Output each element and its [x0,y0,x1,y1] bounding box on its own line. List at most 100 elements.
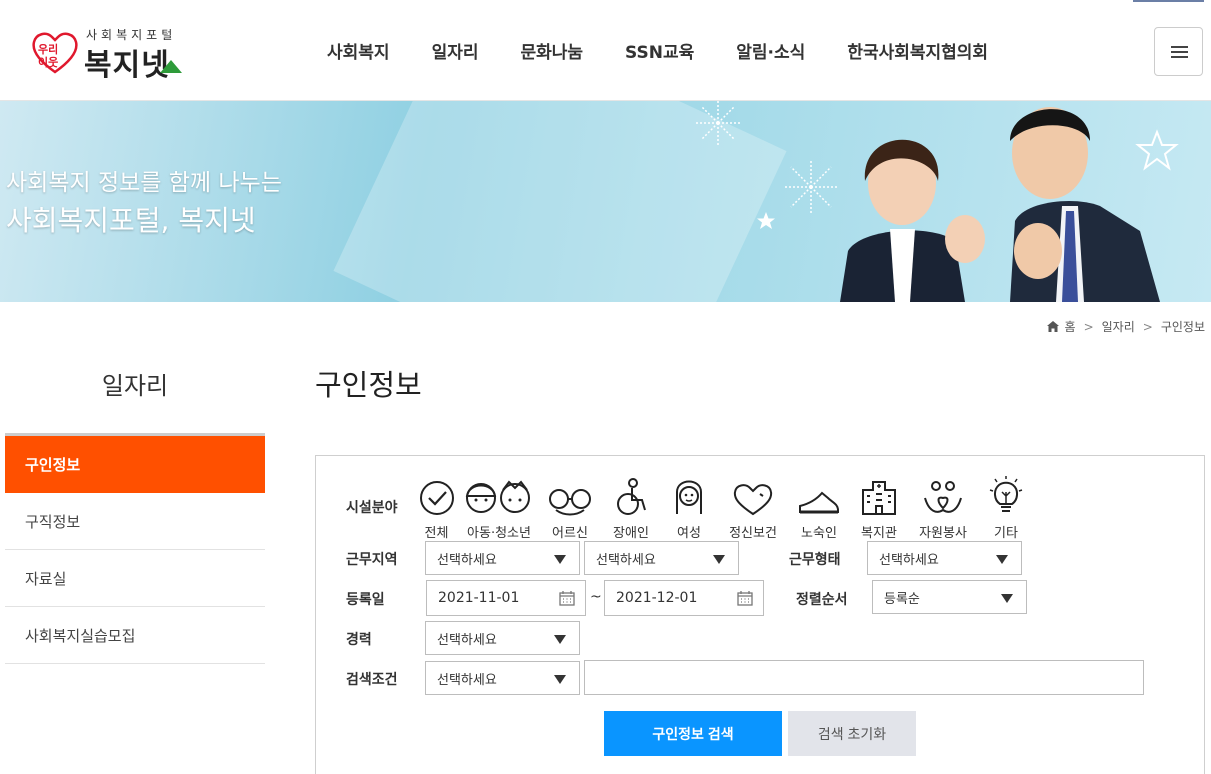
site-logo[interactable]: 우리 이웃 사회복지포털 복지넷 [30,26,190,83]
nav-culture-sharing[interactable]: 문화나눔 [499,38,604,63]
nav-jobs[interactable]: 일자리 [411,38,500,63]
category-label: 여성 [677,526,701,541]
category-all[interactable]: 전체 [414,476,459,541]
wheelchair-icon [617,478,646,515]
calendar-icon[interactable] [559,590,575,606]
shoe-icon [799,491,839,514]
job-search-button[interactable]: 구인정보 검색 [604,711,782,756]
category-elderly[interactable]: 어르신 [539,476,601,541]
elderly-icon [549,489,591,516]
caret-down-icon [554,675,566,684]
sidebar-item-job-seekers[interactable]: 구직정보 [5,493,265,550]
category-label: 정신보건 [729,526,777,541]
heart-icon [733,484,773,516]
building-icon [862,481,896,515]
star-icon [757,212,775,229]
search-keyword-input[interactable] [584,660,1144,695]
category-children[interactable]: 아동·청소년 [460,476,538,541]
svg-text:이웃: 이웃 [38,55,58,69]
top-accent-bar [1133,0,1204,2]
caret-down-icon [554,635,566,644]
category-welfare-center[interactable]: 복지관 [850,476,908,541]
logo-heart-icon: 우리 이웃 [32,32,78,74]
hamburger-icon [1171,46,1188,48]
region-city-value: 선택하세요 [596,552,656,568]
page-title: 구인정보 [315,368,422,402]
career-label: 경력 [346,632,372,648]
logo-title: 복지넷 [84,48,170,83]
nav-ssn-education[interactable]: SSN교육 [604,38,715,63]
caret-down-icon [713,555,725,564]
category-homeless[interactable]: 노숙인 [789,476,849,541]
lightbulb-icon [989,476,1023,512]
check-circle-icon [419,481,454,515]
caret-down-icon [996,555,1008,564]
category-label: 기타 [994,526,1018,541]
search-condition-label: 검색조건 [346,672,398,688]
breadcrumb-jobs[interactable]: 일자리 [1102,318,1135,335]
hamburger-icon-bar [1171,56,1188,58]
firework-icon [783,159,839,215]
banner-tagline: 사회복지 정보를 함께 나누는 [6,170,282,196]
category-label: 전체 [424,526,449,541]
worktype-label: 근무형태 [789,552,841,568]
sidebar-item-resources[interactable]: 자료실 [5,550,265,607]
caret-down-icon [1001,594,1013,603]
search-condition-select[interactable]: 선택하세요 [425,661,580,695]
hero-banner: 사회복지 정보를 함께 나누는 사회복지포털, 복지넷 [0,101,1211,302]
category-other[interactable]: 기타 [978,476,1034,541]
search-condition-value: 선택하세요 [437,672,497,688]
sidebar-title: 일자리 [101,372,169,400]
sort-value: 등록순 [884,591,920,607]
svg-text:우리: 우리 [38,42,58,56]
worktype-value: 선택하세요 [879,552,939,568]
site-header: 우리 이웃 사회복지포털 복지넷 사회복지 일자리 문화나눔 SSN교육 알림·… [0,0,1211,101]
date-from-input[interactable]: 2021-11-01 [426,580,586,616]
chevron-right-icon: > [1142,319,1153,334]
facility-label: 시설분야 [346,500,398,516]
breadcrumb-home[interactable]: 홈 [1065,318,1076,335]
page: 우리 이웃 사회복지포털 복지넷 사회복지 일자리 문화나눔 SSN교육 알림·… [0,0,1211,774]
banner-headline: 사회복지포털, 복지넷 [6,204,256,237]
date-label: 등록일 [346,592,385,608]
category-women[interactable]: 여성 [661,476,717,541]
calendar-icon[interactable] [737,590,753,606]
sidebar-item-practicum[interactable]: 사회복지실습모집 [5,607,265,664]
category-label: 아동·청소년 [467,526,531,541]
category-label: 자원봉사 [919,526,967,541]
region-label: 근무지역 [346,552,398,568]
volunteer-hands-icon [924,481,962,513]
firework-icon [696,101,740,147]
region-province-value: 선택하세요 [437,552,497,568]
category-label: 장애인 [613,526,649,541]
date-to-value: 2021-12-01 [616,590,698,606]
category-volunteer[interactable]: 자원봉사 [909,476,977,541]
banner-people-image [840,107,1160,302]
category-mental-health[interactable]: 정신보건 [718,476,788,541]
sidebar-item-job-offers[interactable]: 구인정보 [5,436,265,493]
nav-news[interactable]: 알림·소식 [715,38,826,63]
facility-category-list: 전체 아동·청소년 어르신 장애인 여성 정신보건 노숙인 복지관 자원봉사 기… [414,476,1035,541]
career-select[interactable]: 선택하세요 [425,621,580,655]
region-city-select[interactable]: 선택하세요 [584,541,739,575]
worktype-select[interactable]: 선택하세요 [867,541,1022,575]
chevron-right-icon: > [1083,319,1094,334]
reset-search-button[interactable]: 검색 초기화 [788,711,916,756]
hamburger-icon-bar [1171,51,1188,53]
career-value: 선택하세요 [437,632,497,648]
nav-kncsw[interactable]: 한국사회복지협의회 [826,38,1009,63]
caret-down-icon [554,555,566,564]
category-disabled[interactable]: 장애인 [602,476,660,541]
woman-icon [676,480,702,514]
sort-select[interactable]: 등록순 [872,580,1027,614]
logo-triangle-icon [160,60,182,73]
home-icon[interactable] [1046,321,1059,332]
breadcrumb: 홈 > 일자리 > 구인정보 [1046,318,1205,335]
nav-social-welfare[interactable]: 사회복지 [306,38,411,63]
hamburger-menu-button[interactable] [1154,27,1203,76]
sidebar-menu: 구인정보 구직정보 자료실 사회복지실습모집 [5,433,265,664]
region-province-select[interactable]: 선택하세요 [425,541,580,575]
date-to-input[interactable]: 2021-12-01 [604,580,764,616]
category-label: 노숙인 [801,526,837,541]
category-label: 어르신 [552,526,588,541]
